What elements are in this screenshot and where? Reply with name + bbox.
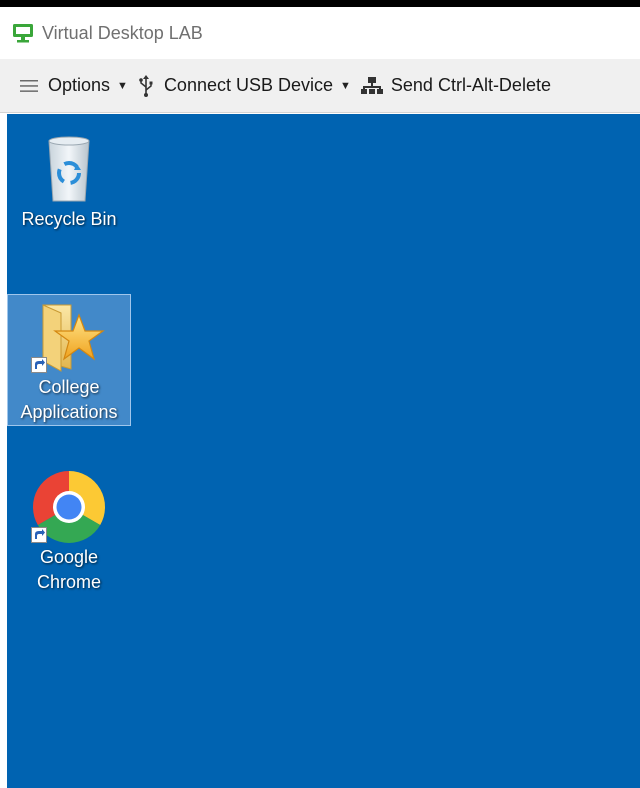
toolbar: Options ▼ Connect USB Device ▼ Send Ctrl…: [0, 59, 640, 113]
desktop-icon-recycle-bin[interactable]: Recycle Bin: [7, 126, 131, 233]
remote-desktop[interactable]: Recycle Bin College Applications Google …: [7, 114, 640, 788]
shortcut-arrow-icon: [31, 527, 47, 543]
usb-label: Connect USB Device: [163, 75, 334, 95]
title-bar: Virtual Desktop LAB: [0, 7, 640, 59]
desktop-icon-google-chrome[interactable]: Google Chrome: [7, 464, 131, 596]
window-top-border: [0, 0, 640, 7]
shortcut-arrow-icon: [31, 357, 47, 373]
hamburger-icon: [20, 79, 38, 93]
desktop-icon-college-applications[interactable]: College Applications: [7, 294, 131, 426]
cad-label: Send Ctrl-Alt-Delete: [390, 75, 551, 95]
desktop-left-margin: [0, 114, 7, 788]
options-menu-button[interactable]: Options ▼: [20, 75, 138, 96]
monitor-icon: [12, 22, 34, 44]
desktop-icon-label: Recycle Bin: [21, 209, 117, 229]
chevron-down-icon: ▼: [117, 79, 128, 92]
desktop-icon-label: College Applications: [20, 377, 118, 422]
folder-star-icon: [31, 299, 107, 375]
options-label: Options: [48, 75, 111, 95]
connect-usb-button[interactable]: Connect USB Device ▼: [138, 74, 361, 97]
recycle-bin-icon: [31, 131, 107, 207]
chevron-down-icon: ▼: [340, 79, 351, 92]
network-icon: [360, 76, 383, 96]
send-ctrl-alt-delete-button[interactable]: Send Ctrl-Alt-Delete: [360, 75, 551, 96]
window-title: Virtual Desktop LAB: [42, 22, 203, 43]
usb-icon: [138, 74, 154, 97]
desktop-icon-label: Google Chrome: [36, 547, 102, 592]
chrome-icon: [31, 469, 107, 545]
